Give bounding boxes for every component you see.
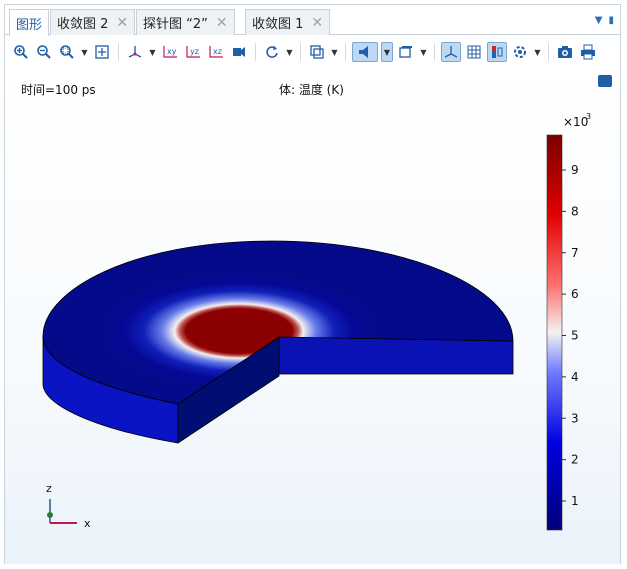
chevron-down-icon[interactable]: ▼ xyxy=(148,42,157,62)
toolbar-divider xyxy=(255,43,256,61)
tab-label: 收敛图 2 xyxy=(57,17,109,32)
toolbar-divider xyxy=(118,43,119,61)
zoom-extents-icon[interactable] xyxy=(92,42,112,62)
toolbar-divider xyxy=(434,43,435,61)
axis-orient-icon[interactable] xyxy=(125,42,145,62)
zoom-box-icon[interactable] xyxy=(57,42,77,62)
svg-text:yz: yz xyxy=(190,47,199,56)
disk-cut-face-right xyxy=(278,336,514,375)
tab-probe-2[interactable]: 探针图 “2” ✕ xyxy=(136,9,235,35)
chevron-down-icon[interactable]: ▼ xyxy=(330,42,339,62)
view-yz-icon[interactable]: yz xyxy=(183,42,203,62)
print-icon[interactable] xyxy=(578,42,598,62)
chevron-down-icon[interactable]: ▼ xyxy=(80,42,89,62)
close-icon[interactable]: ✕ xyxy=(216,15,228,31)
toolbar-divider xyxy=(345,43,346,61)
light-icon[interactable] xyxy=(352,42,378,62)
tab-label: 图形 xyxy=(16,17,43,33)
tab-convergence-2[interactable]: 收敛图 2 ✕ xyxy=(50,9,136,35)
window-menu: ▼ ▮ xyxy=(595,15,614,26)
tab-convergence-1[interactable]: 收敛图 1 ✕ xyxy=(245,9,331,35)
toolbar-divider xyxy=(300,43,301,61)
colorbar-tick-label: 5 xyxy=(571,329,579,343)
svg-text:xz: xz xyxy=(213,47,222,56)
tab-label: 探针图 “2” xyxy=(143,17,208,32)
axis-triad: z x xyxy=(46,482,91,530)
colorbar-tick-label: 3 xyxy=(571,411,579,425)
legend-icon[interactable] xyxy=(487,42,507,62)
chevron-down-icon[interactable]: ▼ xyxy=(533,42,542,62)
colorbar-tick-label: 4 xyxy=(571,370,579,384)
view-xy-icon[interactable]: xy xyxy=(160,42,180,62)
toolbar-divider xyxy=(548,43,549,61)
colorbar-tick-label: 6 xyxy=(571,287,579,301)
plot-svg: z x ×10 3 1 2 3 4 5 6 7 8 9 xyxy=(42,112,591,531)
chevron-down-icon[interactable]: ▼ xyxy=(381,42,393,62)
graphics-window: 图形 收敛图 2 ✕ 探针图 “2” ✕ 收敛图 1 ✕ ▼ ▮ ▼ ▼ xy … xyxy=(4,4,621,564)
transparency-icon[interactable] xyxy=(307,42,327,62)
svg-text:xy: xy xyxy=(167,47,177,56)
render-icon[interactable] xyxy=(396,42,416,62)
colorbar-scale-label: ×10 xyxy=(563,115,588,129)
graphics-canvas[interactable]: 时间=100 ps 体: 温度 (K) z x ×10 3 1 2 3 4 5 … xyxy=(5,69,620,564)
colorbar-tick-label: 7 xyxy=(571,246,579,260)
chevron-down-icon[interactable]: ▼ xyxy=(285,42,294,62)
rotate-icon[interactable] xyxy=(262,42,282,62)
chevron-down-icon[interactable]: ▼ xyxy=(419,42,428,62)
colorbar-scale-exponent: 3 xyxy=(586,112,591,121)
colorbar-tick-label: 2 xyxy=(571,453,579,467)
tab-bar: 图形 收敛图 2 ✕ 探针图 “2” ✕ 收敛图 1 ✕ ▼ ▮ xyxy=(5,5,620,36)
zoom-in-icon[interactable] xyxy=(11,42,31,62)
zoom-out-icon[interactable] xyxy=(34,42,54,62)
scene-light-icon[interactable] xyxy=(510,42,530,62)
color-legend: ×10 3 1 2 3 4 5 6 7 8 9 xyxy=(546,112,591,531)
close-icon[interactable]: ✕ xyxy=(116,15,128,31)
snapshot-icon[interactable] xyxy=(555,42,575,62)
grid-icon[interactable] xyxy=(464,42,484,62)
disk-top-surface xyxy=(42,240,514,405)
tab-label: 收敛图 1 xyxy=(252,17,304,32)
colorbar-tick-label: 8 xyxy=(571,204,579,218)
camera-view-icon[interactable] xyxy=(229,42,249,62)
tab-graphics[interactable]: 图形 xyxy=(9,9,50,36)
axis-x-label: x xyxy=(84,517,91,530)
chevron-down-icon[interactable]: ▼ xyxy=(595,15,603,26)
pin-icon[interactable]: ▮ xyxy=(608,15,614,26)
axis-toggle-icon[interactable] xyxy=(441,42,461,62)
view-xz-icon[interactable]: xz xyxy=(206,42,226,62)
disk-model xyxy=(42,240,514,444)
graphics-toolbar: ▼ ▼ xy yz xz ▼ ▼ ▼ ▼ ▼ xyxy=(5,36,620,68)
colorbar-tick-label: 9 xyxy=(571,163,579,177)
colorbar-tick-label: 1 xyxy=(571,494,579,508)
close-icon[interactable]: ✕ xyxy=(311,15,323,31)
axis-z-label: z xyxy=(46,482,52,495)
colorbar xyxy=(546,134,563,531)
